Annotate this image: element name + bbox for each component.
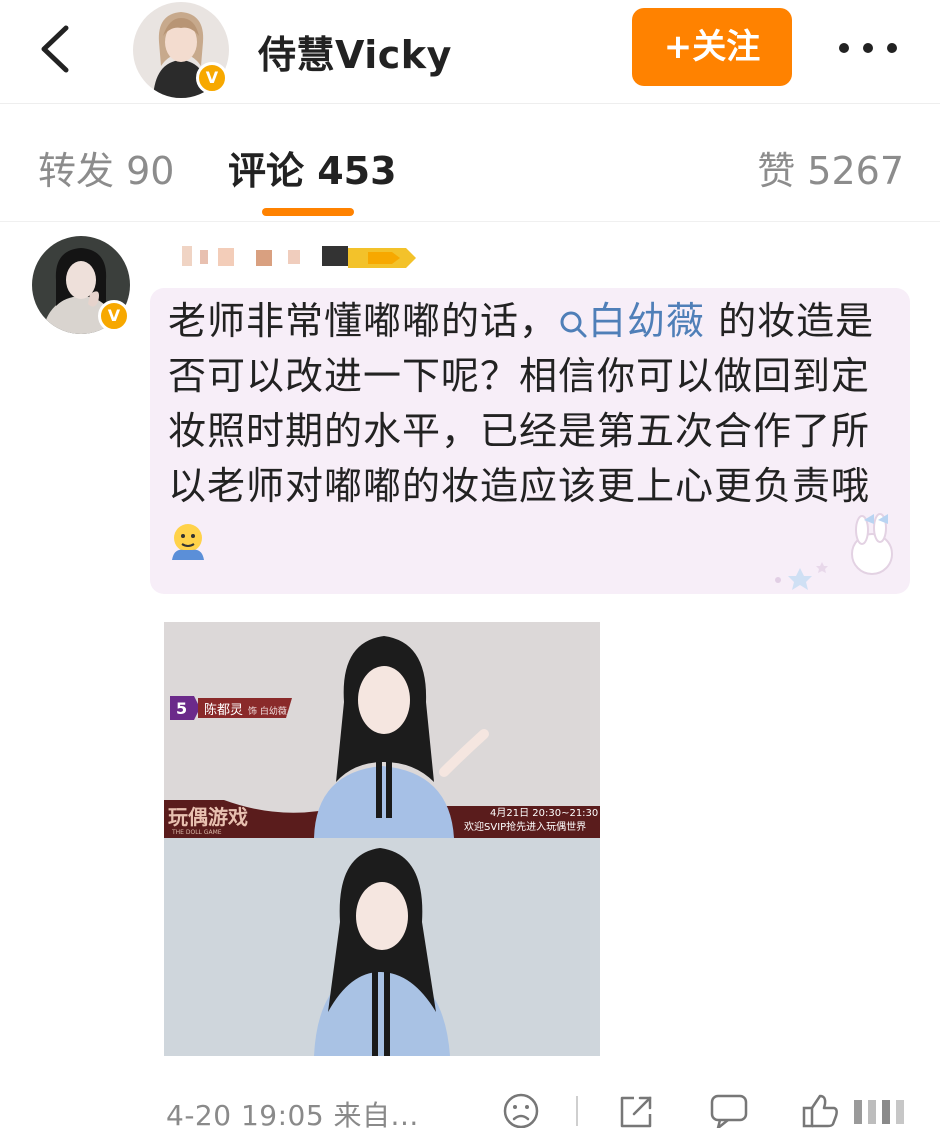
active-tab-indicator xyxy=(262,208,354,216)
more-dots-icon[interactable] xyxy=(836,30,900,66)
comment-time-source: 4-20 19:05 来自... xyxy=(166,1099,419,1128)
show-subtitle: THE DOLL GAME xyxy=(171,829,222,836)
show-title: 玩偶游戏 xyxy=(168,805,248,829)
air-time: 4月21日 20:30~21:30 xyxy=(490,807,598,819)
chevron-left-icon[interactable] xyxy=(32,22,80,76)
share-icon[interactable] xyxy=(616,1092,656,1128)
cast-role-sub: 饰 白幼薇 xyxy=(248,705,287,717)
topic-link-label[interactable]: 白幼薇 xyxy=(588,299,705,343)
bunny-decoration-icon xyxy=(775,513,893,590)
follow-button[interactable]: +关注 xyxy=(632,8,792,86)
like-icon[interactable] xyxy=(798,1092,918,1128)
search-icon xyxy=(560,311,587,337)
verified-v-icon: V xyxy=(98,300,130,332)
commenter-name-obscured[interactable] xyxy=(178,236,420,276)
comment-footer: 4-20 19:05 来自... xyxy=(0,1080,940,1128)
tab-comment[interactable]: 评论 453 xyxy=(228,140,397,195)
footer-divider xyxy=(576,1096,578,1126)
comment-icon[interactable] xyxy=(708,1092,750,1128)
air-note: 欢迎SVIP抢先进入玩偶世界 xyxy=(464,820,586,833)
author-name[interactable]: 侍慧Vicky xyxy=(258,24,452,79)
comment-image[interactable]: 5 陈都灵 饰 白幼薇 玩偶游戏 THE DOLL GAME 4月21日 20:… xyxy=(164,622,600,1056)
verified-v-icon: V xyxy=(196,62,228,94)
tab-like[interactable]: 赞 5267 xyxy=(757,140,904,195)
comment-text-part-1: 老师非常懂嘟嘟的话， xyxy=(168,299,559,343)
cast-role-name: 陈都灵 xyxy=(204,702,243,718)
interaction-tabs: 转发 90 评论 453 赞 5267 xyxy=(0,104,940,222)
facepalm-emoji xyxy=(172,524,204,560)
top-bar: V 侍慧Vicky +关注 xyxy=(0,0,940,104)
topic-link[interactable]: 白幼薇 xyxy=(558,299,705,343)
tab-repost[interactable]: 转发 90 xyxy=(38,140,174,195)
sad-face-icon[interactable] xyxy=(502,1092,540,1128)
comment-bubble: 老师非常懂嘟嘟的话， 白幼薇 的妆造是否可以改进一下呢？相信你可以做回到定妆照时期… xyxy=(150,288,910,594)
cast-number-badge: 5 xyxy=(176,699,187,718)
